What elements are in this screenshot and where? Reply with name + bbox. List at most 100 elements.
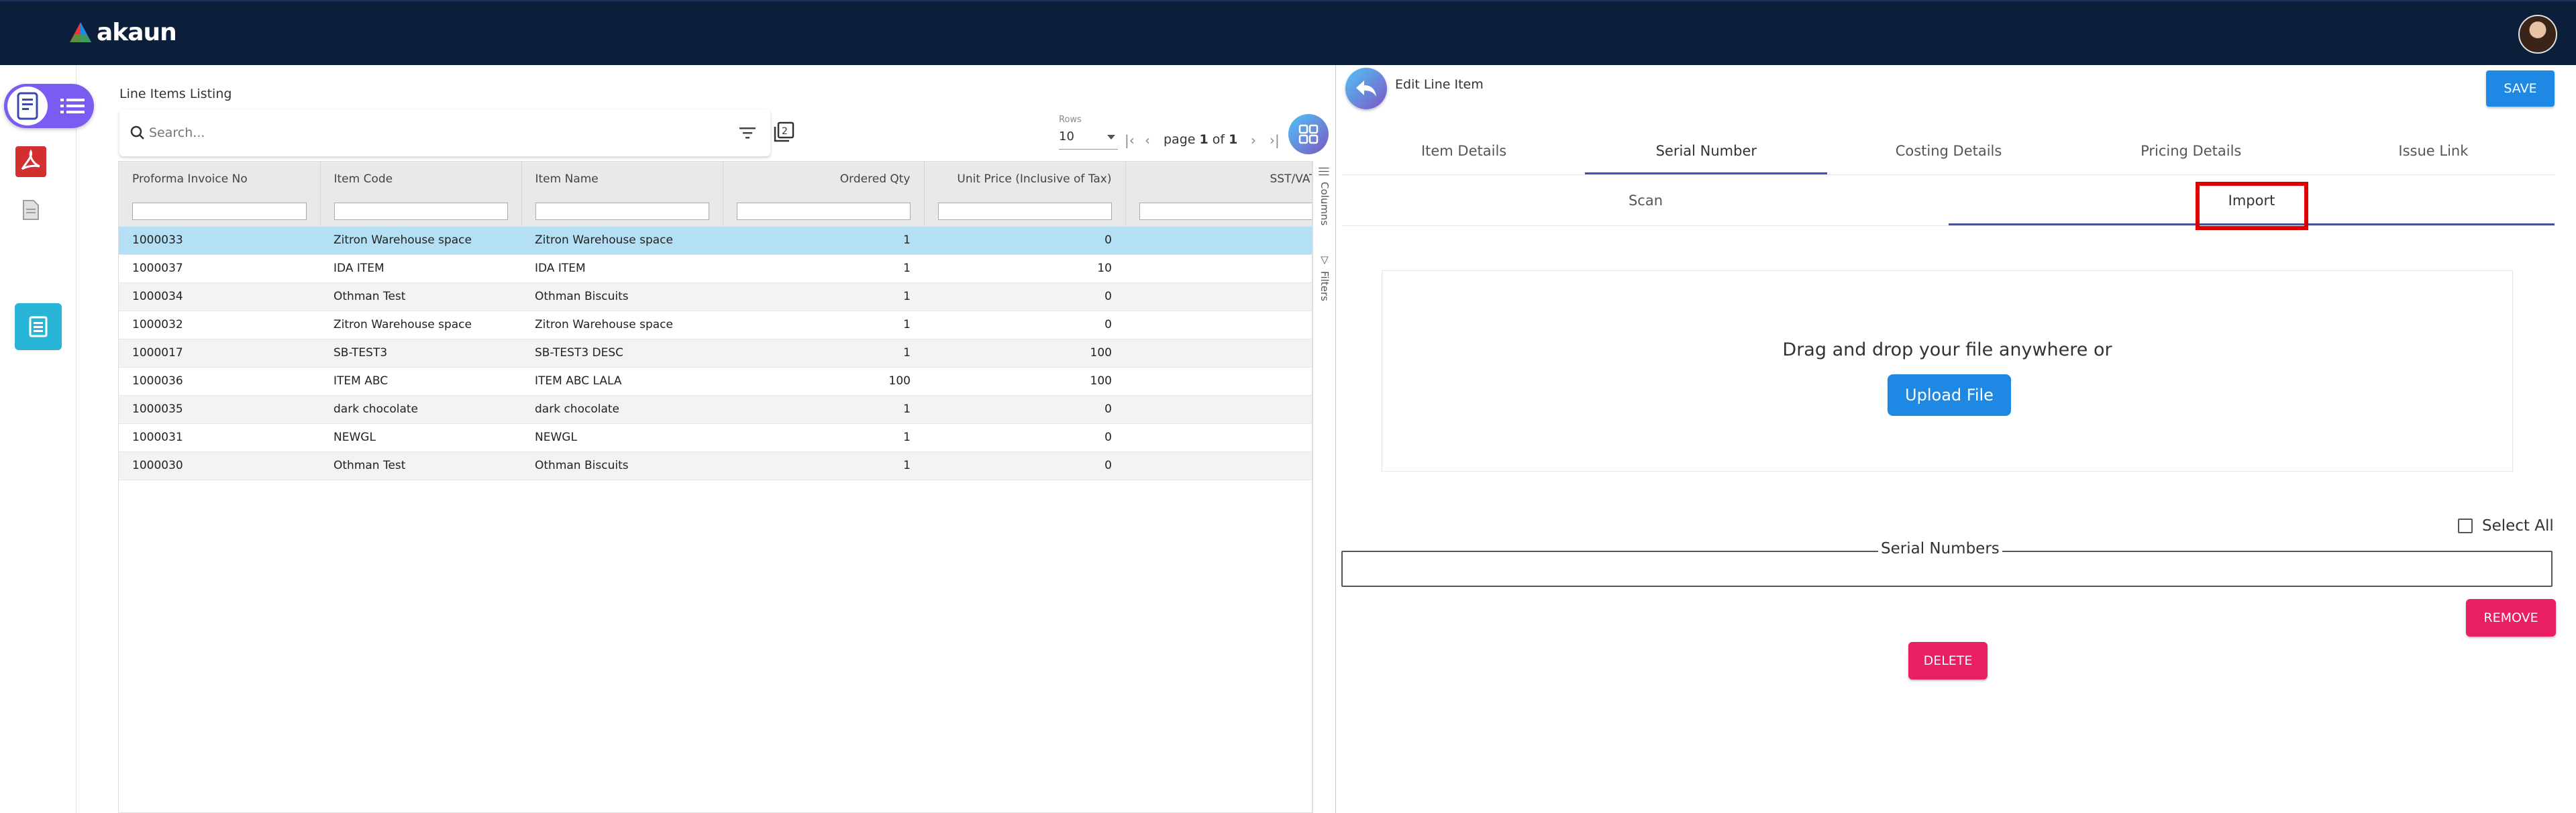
- tab-issue-link[interactable]: Issue Link: [2312, 136, 2555, 174]
- akaun-logo[interactable]: akaun: [68, 19, 177, 46]
- brand-name: akaun: [97, 19, 177, 46]
- filter-row: [119, 197, 1312, 227]
- sidebar-menu-toggle[interactable]: [4, 84, 94, 128]
- delete-button[interactable]: DELETE: [1908, 642, 1988, 680]
- edit-line-item-panel: Edit Line Item SAVE Item Details Serial …: [1335, 65, 2576, 813]
- last-page-icon[interactable]: ›|: [1270, 132, 1280, 148]
- subtab-import[interactable]: Import: [1949, 182, 2555, 230]
- search-input[interactable]: [149, 121, 699, 144]
- table-row[interactable]: 1000017SB-TEST3SB-TEST3 DESC11000.00: [119, 339, 1312, 368]
- table-cell: dark chocolate: [521, 395, 723, 424]
- tab-item-details[interactable]: Item Details: [1343, 136, 1585, 174]
- copy-icon[interactable]: 2: [773, 121, 794, 143]
- column-header[interactable]: Item Name: [521, 162, 723, 197]
- table-cell: 0.00: [1125, 367, 1312, 396]
- columns-tab-label: Columns: [1319, 182, 1331, 226]
- document-icon[interactable]: [15, 194, 47, 226]
- dropzone-text: Drag and drop your file anywhere or: [1782, 339, 2112, 360]
- filter-icon: ▽: [1319, 254, 1331, 266]
- column-filter-input[interactable]: [1139, 202, 1312, 220]
- columns-tab[interactable]: ||| Columns: [1313, 161, 1336, 225]
- grid-side-tabs: ||| Columns ▽ Filters: [1312, 161, 1335, 813]
- list-document-icon[interactable]: [15, 303, 62, 350]
- table-cell: 0.00: [1125, 282, 1312, 311]
- table-cell: 0.00: [1125, 254, 1312, 283]
- column-filter-input[interactable]: [132, 202, 307, 220]
- table-cell: Zitron Warehouse space: [320, 226, 521, 255]
- filter-icon[interactable]: [739, 127, 756, 139]
- first-page-icon[interactable]: |‹: [1125, 132, 1135, 148]
- file-dropzone[interactable]: Drag and drop your file anywhere or Uplo…: [1382, 270, 2513, 472]
- pdf-icon[interactable]: [15, 146, 47, 178]
- highlight-box: [2196, 182, 2308, 230]
- subtab-scan[interactable]: Scan: [1343, 186, 1949, 225]
- table-row[interactable]: 1000030Othman TestOthman Biscuits100.00: [119, 451, 1312, 480]
- table-row[interactable]: 1000036ITEM ABCITEM ABC LALA1001000.00: [119, 367, 1312, 396]
- table-header-row: Proforma Invoice No Item Code Item Name …: [119, 162, 1312, 197]
- table-cell: 1: [723, 282, 924, 311]
- table-cell: 1: [723, 339, 924, 368]
- column-header[interactable]: Item Code: [320, 162, 522, 197]
- table-row[interactable]: 1000031NEWGLNEWGL100.00: [119, 423, 1312, 452]
- svg-text:2: 2: [782, 126, 788, 137]
- column-filter-input[interactable]: [333, 202, 508, 220]
- table-row[interactable]: 1000037IDA ITEMIDA ITEM1100.00: [119, 254, 1312, 283]
- of-word: of: [1212, 132, 1225, 147]
- table-cell: 0.00: [1125, 311, 1312, 339]
- tab-costing-details[interactable]: Costing Details: [1827, 136, 2069, 174]
- rows-per-page-select[interactable]: 10: [1059, 129, 1118, 150]
- grid-view-button[interactable]: [1288, 114, 1329, 154]
- select-all-checkbox[interactable]: [2458, 519, 2473, 533]
- menu-icon: [60, 99, 85, 113]
- table-cell: 0.00: [1125, 226, 1312, 255]
- table-cell: 0: [924, 451, 1125, 480]
- column-filter-input[interactable]: [736, 202, 911, 220]
- table-cell: 1000035: [119, 395, 320, 424]
- table-cell: ITEM ABC: [320, 367, 521, 396]
- table-cell: 100: [723, 367, 924, 396]
- user-avatar[interactable]: [2518, 15, 2557, 54]
- columns-icon: |||: [1319, 166, 1331, 177]
- table-row[interactable]: 1000033 Zitron Warehouse space Zitron Ware…: [119, 226, 1312, 255]
- back-button[interactable]: [1345, 68, 1387, 109]
- table-cell: Othman Test: [320, 451, 521, 480]
- serial-numbers-legend: Serial Numbers: [1878, 540, 2002, 557]
- column-header[interactable]: Proforma Invoice No: [119, 162, 321, 197]
- upload-file-button[interactable]: Upload File: [1888, 374, 2011, 416]
- tab-pricing-details[interactable]: Pricing Details: [2070, 136, 2312, 174]
- tab-serial-number[interactable]: Serial Number: [1585, 136, 1828, 174]
- table-row[interactable]: 1000035dark chocolatedark chocolate100.0…: [119, 395, 1312, 424]
- column-header[interactable]: Unit Price (Inclusive of Tax): [924, 162, 1126, 197]
- chevron-down-icon: [1107, 135, 1115, 140]
- save-button[interactable]: SAVE: [2486, 70, 2555, 107]
- table-cell: 100: [924, 367, 1125, 396]
- rows-label: Rows: [1059, 115, 1082, 125]
- column-filter-input[interactable]: [535, 202, 709, 220]
- table-cell: NEWGL: [521, 423, 723, 452]
- table-cell: IDA ITEM: [521, 254, 723, 283]
- table-row[interactable]: 1000034Othman TestOthman Biscuits100.00: [119, 282, 1312, 311]
- search-box[interactable]: [119, 109, 770, 156]
- edit-title: Edit Line Item: [1395, 77, 1484, 92]
- table-row[interactable]: 1000032 Zitron Warehouse space Zitron Ware…: [119, 311, 1312, 339]
- table-cell: 0.00: [1125, 339, 1312, 368]
- top-bar: akaun: [0, 0, 2576, 65]
- column-header[interactable]: Ordered Qty: [723, 162, 925, 197]
- column-header[interactable]: SST/VAT/GST: [1125, 162, 1312, 197]
- remove-button[interactable]: REMOVE: [2466, 599, 2556, 637]
- previous-page-icon[interactable]: ‹: [1145, 132, 1150, 148]
- listing-title: Line Items Listing: [119, 87, 232, 101]
- table-cell: 1: [723, 395, 924, 424]
- next-page-icon[interactable]: ›: [1251, 132, 1256, 148]
- filters-tab-label: Filters: [1319, 271, 1331, 301]
- table-cell: 1000030: [119, 451, 320, 480]
- table-cell: 1: [723, 423, 924, 452]
- table-cell: Othman Biscuits: [521, 282, 723, 311]
- filters-tab[interactable]: ▽ Filters: [1313, 248, 1336, 301]
- select-all[interactable]: Select All: [2458, 517, 2554, 535]
- table-cell: IDA ITEM: [320, 254, 521, 283]
- app-icon: [5, 85, 50, 127]
- column-filter-input[interactable]: [937, 202, 1112, 220]
- table-cell: NEWGL: [320, 423, 521, 452]
- table-cell: ITEM ABC LALA: [521, 367, 723, 396]
